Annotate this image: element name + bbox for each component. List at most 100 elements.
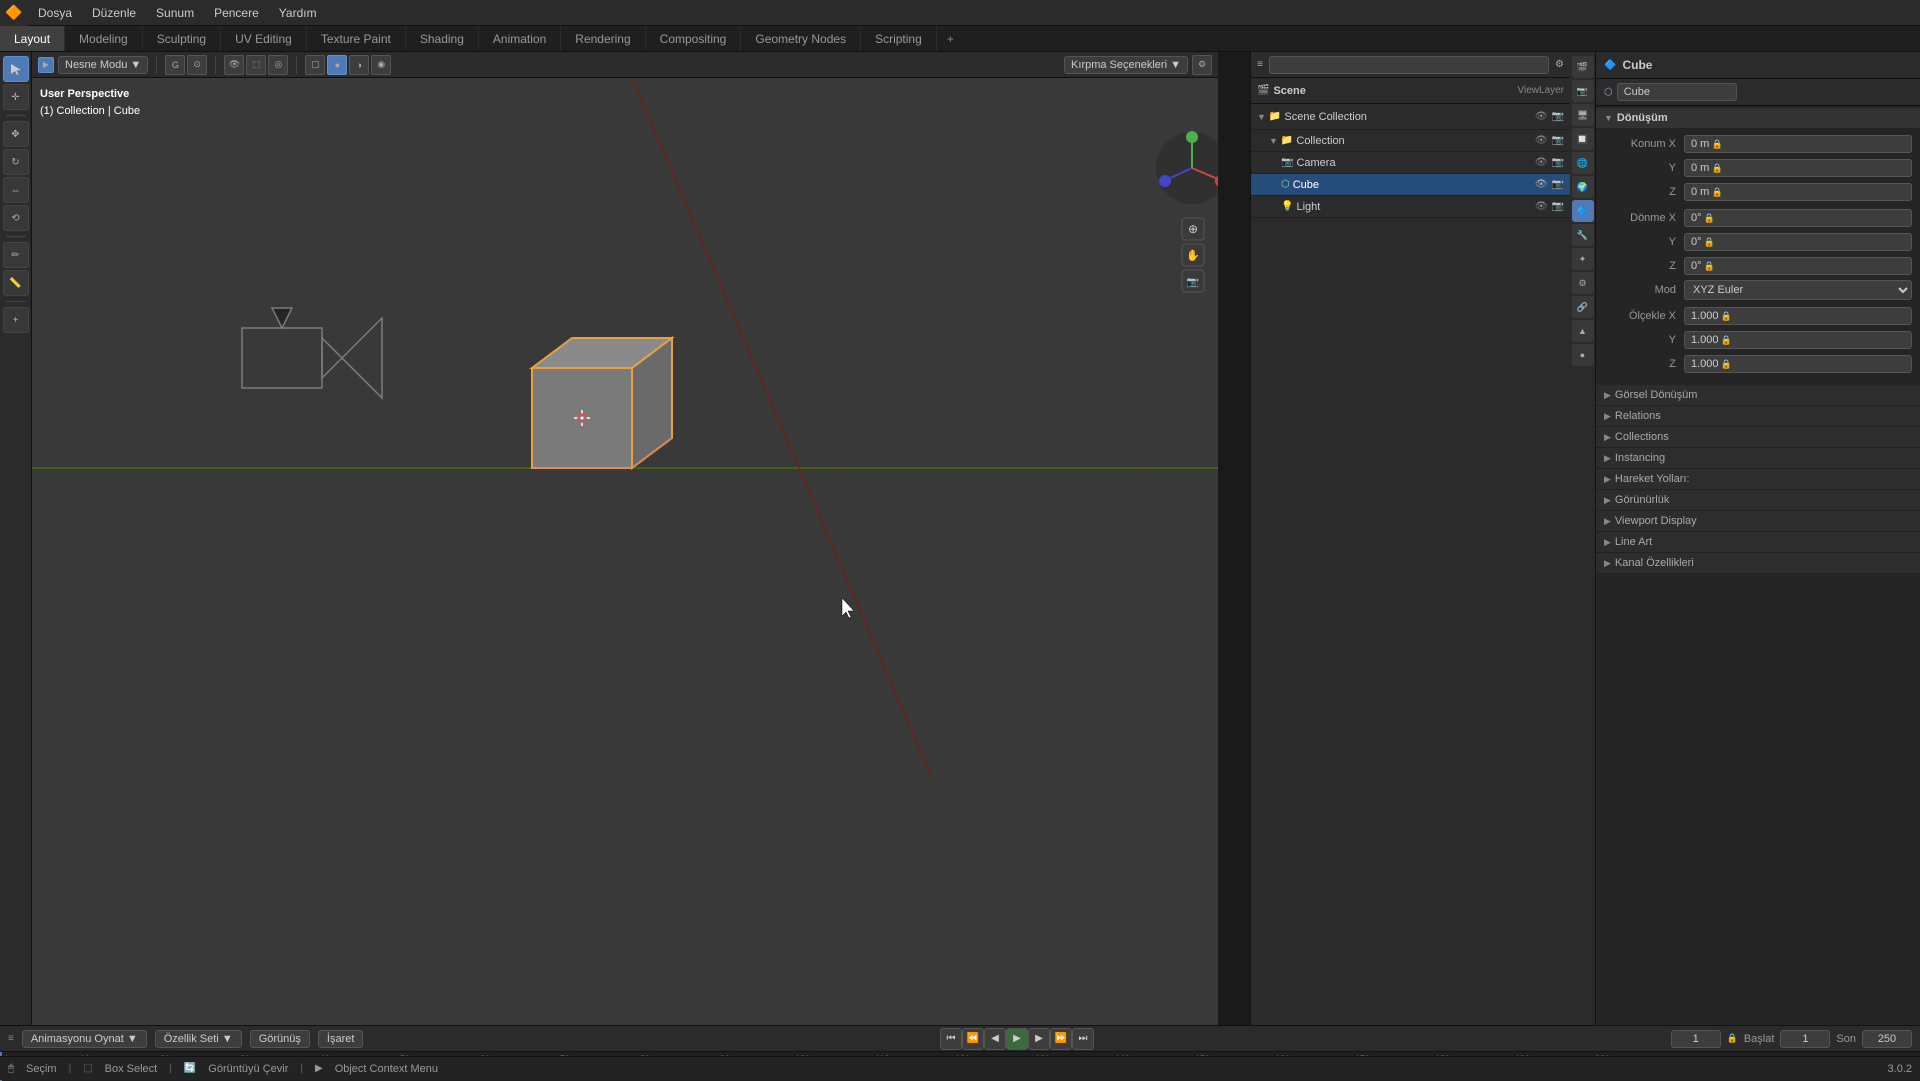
transform-section-header[interactable]: ▼ Dönüşüm: [1596, 108, 1920, 129]
location-x-value[interactable]: 0 m 🔒: [1684, 135, 1912, 153]
scale-x-lock[interactable]: 🔒: [1721, 310, 1733, 322]
tab-shading[interactable]: Shading: [406, 26, 479, 51]
visibility-section[interactable]: ▶ Görünürlük: [1596, 490, 1920, 511]
relations-section[interactable]: ▶ Relations: [1596, 406, 1920, 427]
viewport-xray-icon[interactable]: ◎: [268, 55, 288, 75]
transform-tool[interactable]: ⟲: [3, 205, 29, 231]
outliner-filter-icon[interactable]: ⚙: [1555, 59, 1564, 70]
annotate-tool[interactable]: ✏: [3, 242, 29, 268]
animation-play-btn[interactable]: Animasyonu Oynat ▼: [22, 1030, 147, 1048]
wireframe-shading[interactable]: ▢: [305, 55, 325, 75]
play-btn[interactable]: ▶: [1006, 1028, 1028, 1050]
prop-physics-icon[interactable]: ⚙: [1572, 272, 1594, 294]
rotate-tool[interactable]: ↻: [3, 149, 29, 175]
solid-shading[interactable]: ●: [327, 55, 347, 75]
current-frame-input[interactable]: [1671, 1030, 1721, 1048]
rotation-z-lock[interactable]: 🔒: [1704, 260, 1716, 272]
scale-z-value[interactable]: 1.000 🔒: [1684, 355, 1912, 373]
location-z-value[interactable]: 0 m 🔒: [1684, 183, 1912, 201]
prop-constraints-icon[interactable]: 🔗: [1572, 296, 1594, 318]
measure-tool[interactable]: 📏: [3, 270, 29, 296]
timeline-marker-btn[interactable]: İşaret: [318, 1030, 364, 1048]
prop-object-name-input[interactable]: [1617, 83, 1737, 101]
visual-transform-section[interactable]: ▶ Görsel Dönüşüm: [1596, 385, 1920, 406]
start-frame-input[interactable]: [1780, 1030, 1830, 1048]
add-tool[interactable]: +: [3, 307, 29, 333]
tab-animation[interactable]: Animation: [479, 26, 561, 51]
viewport-show-icon[interactable]: 👁: [224, 55, 244, 75]
scale-y-value[interactable]: 1.000 🔒: [1684, 331, 1912, 349]
collection-eye[interactable]: 👁: [1535, 135, 1548, 146]
jump-end-btn[interactable]: ⏭: [1072, 1028, 1094, 1050]
menu-pencere[interactable]: Pencere: [204, 2, 269, 24]
prop-particles-icon[interactable]: ✦: [1572, 248, 1594, 270]
prop-view-layer-icon[interactable]: 🔲: [1572, 128, 1594, 150]
scale-y-lock[interactable]: 🔒: [1721, 334, 1733, 346]
prev-frame-btn[interactable]: ◀: [984, 1028, 1006, 1050]
prop-scene-settings-icon[interactable]: 🌐: [1572, 152, 1594, 174]
prop-scene-icon[interactable]: 🎬: [1572, 56, 1594, 78]
viewport-display-section[interactable]: ▶ Viewport Display: [1596, 511, 1920, 532]
viewport-local-icon[interactable]: G: [165, 55, 185, 75]
rotation-x-value[interactable]: 0° 🔒: [1684, 209, 1912, 227]
select-tool[interactable]: [3, 56, 29, 82]
cursor-tool[interactable]: ✛: [3, 84, 29, 110]
camera-render[interactable]: 📷: [1552, 157, 1564, 168]
tab-rendering[interactable]: Rendering: [561, 26, 645, 51]
prop-world-icon[interactable]: 🌍: [1572, 176, 1594, 198]
scale-x-value[interactable]: 1.000 🔒: [1684, 307, 1912, 325]
motion-paths-section[interactable]: ▶ Hareket Yolları:: [1596, 469, 1920, 490]
move-tool[interactable]: ✥: [3, 121, 29, 147]
frame-lock-icon[interactable]: 🔒: [1727, 1033, 1738, 1044]
object-mode-dropdown[interactable]: Nesne Modu ▼: [58, 56, 148, 74]
scene-collection-row[interactable]: ▼ 📁 Scene Collection 👁 📷: [1251, 104, 1570, 130]
location-y-lock[interactable]: 🔒: [1711, 162, 1723, 174]
rotation-mode-select[interactable]: XYZ Euler: [1684, 280, 1912, 300]
prop-modifier-icon[interactable]: 🔧: [1572, 224, 1594, 246]
rotation-x-lock[interactable]: 🔒: [1704, 212, 1716, 224]
line-art-section[interactable]: ▶ Line Art: [1596, 532, 1920, 553]
jump-start-btn[interactable]: ⏮: [940, 1028, 962, 1050]
camera-row[interactable]: 📷 Camera 👁 📷: [1251, 152, 1570, 174]
light-render[interactable]: 📷: [1552, 201, 1564, 212]
next-frame-btn[interactable]: ▶: [1028, 1028, 1050, 1050]
instancing-section[interactable]: ▶ Instancing: [1596, 448, 1920, 469]
scene-collection-eye[interactable]: 👁: [1535, 111, 1548, 122]
collections-section[interactable]: ▶ Collections: [1596, 427, 1920, 448]
tab-geometry-nodes[interactable]: Geometry Nodes: [741, 26, 861, 51]
render-shading[interactable]: ◉: [371, 55, 391, 75]
scale-z-lock[interactable]: 🔒: [1721, 358, 1733, 370]
menu-dosya[interactable]: Dosya: [28, 2, 82, 24]
light-row[interactable]: 💡 Light 👁 📷: [1251, 196, 1570, 218]
prop-data-icon[interactable]: ▲: [1572, 320, 1594, 342]
channel-props-section[interactable]: ▶ Kanal Özellikleri: [1596, 553, 1920, 574]
main-viewport[interactable]: ⊕ ✋ 📷 User Perspective (1) Collection | …: [32, 78, 1218, 1025]
menu-duzenle[interactable]: Düzenle: [82, 2, 146, 24]
prop-output-icon[interactable]: 🖥: [1572, 104, 1594, 126]
tab-sculpting[interactable]: Sculpting: [143, 26, 221, 51]
menu-yardim[interactable]: Yardım: [269, 2, 327, 24]
prop-render-icon[interactable]: 📷: [1572, 80, 1594, 102]
cube-row[interactable]: ⬡ Cube 👁 📷: [1251, 174, 1570, 196]
jump-next-btn[interactable]: ⏩: [1050, 1028, 1072, 1050]
timeline-view-btn[interactable]: Görünüş: [250, 1030, 310, 1048]
location-z-lock[interactable]: 🔒: [1711, 186, 1723, 198]
outliner-search[interactable]: [1269, 56, 1549, 74]
tab-compositing[interactable]: Compositing: [646, 26, 742, 51]
camera-eye[interactable]: 👁: [1535, 157, 1548, 168]
prop-object-icon[interactable]: 🔷: [1572, 200, 1594, 222]
viewport-snap-icon[interactable]: ⊙: [187, 55, 207, 75]
rotation-y-value[interactable]: 0° 🔒: [1684, 233, 1912, 251]
tab-add-button[interactable]: +: [937, 26, 964, 51]
location-y-value[interactable]: 0 m 🔒: [1684, 159, 1912, 177]
scale-tool[interactable]: ⇔: [3, 177, 29, 203]
tab-scripting[interactable]: Scripting: [861, 26, 937, 51]
material-shading[interactable]: ◑: [349, 55, 369, 75]
clip-options-btn[interactable]: Kırpma Seçenekleri ▼: [1064, 56, 1188, 74]
collection-render[interactable]: 📷: [1552, 135, 1564, 146]
feature-set-btn[interactable]: Özellik Seti ▼: [155, 1030, 242, 1048]
collection-row[interactable]: ▼ 📁 Collection 👁 📷: [1251, 130, 1570, 152]
viewport-overlay-icon[interactable]: ⬚: [246, 55, 266, 75]
tab-texture-paint[interactable]: Texture Paint: [307, 26, 406, 51]
scene-collection-render[interactable]: 📷: [1552, 111, 1564, 122]
